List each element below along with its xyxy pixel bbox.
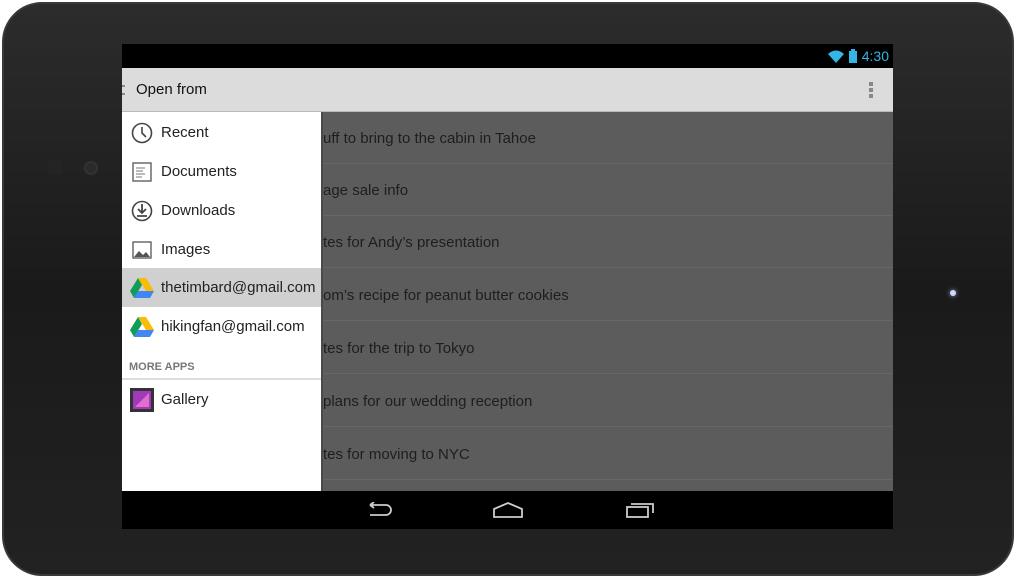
drawer-item-recent[interactable]: Recent — [122, 113, 321, 152]
file-name: plans for our wedding reception — [323, 393, 533, 410]
screen: 4:30 uff to bring to the cabin in Tahoe … — [122, 44, 893, 529]
action-bar: Open from — [122, 68, 893, 112]
file-name: uff to bring to the cabin in Tahoe — [323, 130, 536, 147]
gallery-icon — [130, 387, 154, 412]
drawer-item-documents[interactable]: Documents — [122, 152, 321, 191]
sensor — [48, 160, 62, 174]
navigation-drawer: Recent Documents Downloads Images thetim… — [122, 112, 323, 491]
list-item[interactable]: tes for Andy’s presentation — [323, 216, 893, 268]
clock-time: 4:30 — [861, 48, 889, 64]
drawer-item-downloads[interactable]: Downloads — [122, 191, 321, 230]
file-name: tes for the trip to Tokyo — [323, 340, 475, 357]
recents-button[interactable] — [620, 499, 660, 521]
download-icon — [130, 199, 154, 223]
back-icon — [369, 502, 392, 516]
drawer-indicator-icon[interactable] — [122, 85, 125, 95]
clock-icon — [130, 121, 154, 145]
google-drive-icon — [130, 315, 154, 339]
page-title: Open from — [136, 81, 207, 98]
list-item[interactable]: plans for our wedding reception — [323, 375, 893, 427]
drawer-item-account-hikingfan[interactable]: hikingfan@gmail.com — [122, 307, 321, 346]
list-item[interactable]: tes for the trip to Tokyo — [323, 322, 893, 374]
section-header-more-apps: MORE APPS — [129, 361, 195, 373]
drawer-item-label: Documents — [161, 163, 237, 180]
file-name: tes for Andy’s presentation — [323, 234, 500, 251]
list-item[interactable]: uff to bring to the cabin in Tahoe — [323, 112, 893, 164]
document-icon — [130, 160, 154, 184]
drawer-item-gallery[interactable]: Gallery — [122, 380, 321, 419]
drawer-item-label: Images — [161, 241, 211, 258]
file-name: age sale info — [323, 182, 409, 199]
front-camera — [84, 161, 98, 175]
overflow-menu-icon[interactable] — [869, 82, 873, 98]
image-icon — [130, 238, 154, 262]
file-name: tes for moving to NYC — [323, 446, 470, 463]
drawer-item-label: hikingfan@gmail.com — [161, 318, 305, 335]
back-button[interactable] — [358, 499, 398, 521]
home-icon — [493, 502, 523, 518]
list-item[interactable]: om’s recipe for peanut butter cookies — [323, 269, 893, 321]
drawer-item-label: Recent — [161, 124, 209, 141]
status-bar: 4:30 — [122, 44, 893, 68]
drawer-item-images[interactable]: Images — [122, 230, 321, 269]
google-drive-icon — [130, 276, 154, 300]
drawer-item-account-thetimbard[interactable]: thetimbard@gmail.com — [122, 268, 321, 307]
list-item[interactable]: tes for moving to NYC — [323, 428, 893, 480]
drawer-item-label: thetimbard@gmail.com — [161, 279, 316, 296]
wifi-icon — [827, 50, 844, 63]
navigation-bar — [122, 491, 893, 529]
file-name: om’s recipe for peanut butter cookies — [323, 287, 569, 304]
notification-led — [950, 290, 956, 296]
drawer-item-label: Downloads — [161, 202, 236, 219]
drawer-item-label: Gallery — [161, 391, 209, 408]
battery-icon — [848, 49, 857, 63]
recents-icon — [626, 503, 654, 518]
list-item[interactable]: age sale info — [323, 164, 893, 216]
home-button[interactable] — [488, 499, 528, 521]
